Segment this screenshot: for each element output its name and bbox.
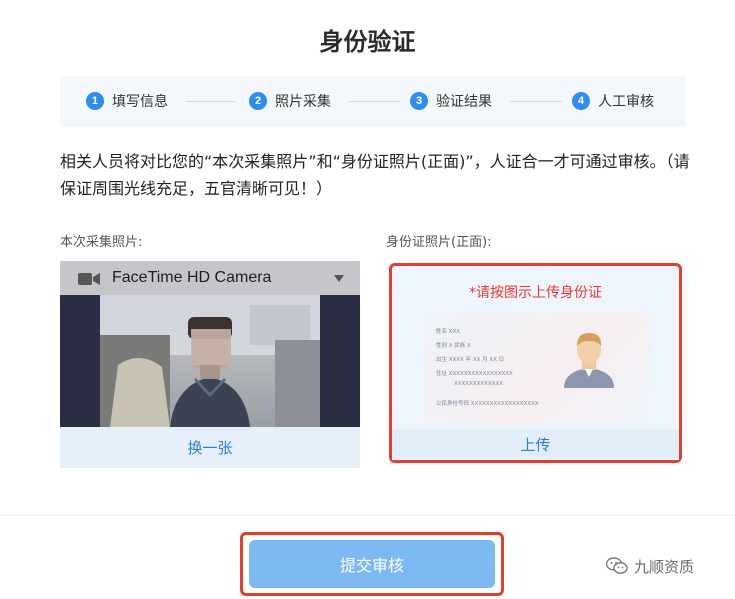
id-photo-label: 身份证照片(正面):	[386, 235, 492, 250]
step-connector	[510, 101, 562, 102]
id-sample-field-2: 出生 XXXX 年 XX 月 XX 日	[436, 355, 504, 363]
upload-button[interactable]: 上传	[392, 429, 679, 460]
capture-photo-label: 本次采集照片:	[60, 235, 143, 250]
watermark-text: 九顺资质	[634, 557, 695, 576]
step-1: 1 填写信息	[86, 91, 168, 111]
step-progress: 1 填写信息 2 照片采集 3 验证结果 4 人工审核	[60, 76, 686, 127]
id-sample-field-4: XXXXXXXXXXXXX	[454, 381, 503, 387]
page-title: 身份验证	[319, 28, 416, 56]
step-connector	[348, 101, 400, 102]
identity-verification-page: 身份验证 1 填写信息 2 照片采集 3 验证结果 4 人工审核 相关人员将对比…	[0, 0, 735, 599]
camera-selector[interactable]: FaceTime HD Camera	[60, 261, 360, 295]
id-sample-field-3: 住址 XXXXXXXXXXXXXXXXX	[436, 369, 513, 377]
step-2-number: 2	[249, 92, 267, 110]
person-silhouette-icon	[564, 333, 614, 388]
step-2: 2 照片采集	[249, 91, 331, 111]
id-sample-field-1: 性别 X 民族 X	[436, 341, 471, 349]
step-4: 4 人工审核	[572, 91, 654, 111]
id-sample-field-5: 公民身份号码 XXXXXXXXXXXXXXXXXX	[436, 399, 539, 407]
step-3-label: 验证结果	[436, 94, 492, 110]
id-card-sample-image: 姓名 XXX 性别 X 民族 X 出生 XXXX 年 XX 月 XX 日 住址 …	[424, 313, 650, 423]
id-sample-field-0: 姓名 XXX	[436, 327, 460, 335]
capture-photo-card: FaceTime HD Camera 换一张	[60, 261, 360, 468]
chevron-down-icon[interactable]	[334, 275, 344, 282]
camera-feed-image	[100, 295, 320, 427]
wechat-icon	[605, 557, 628, 575]
step-4-label: 人工审核	[598, 94, 654, 110]
video-camera-icon	[78, 271, 100, 285]
upload-hint: *请按图示上传身份证	[469, 285, 602, 301]
step-1-number: 1	[86, 92, 104, 110]
watermark: 九顺资质	[605, 555, 695, 577]
camera-name: FaceTime HD Camera	[112, 269, 272, 286]
step-4-number: 4	[572, 92, 590, 110]
divider	[0, 515, 735, 516]
camera-preview: FaceTime HD Camera	[60, 261, 360, 427]
step-2-label: 照片采集	[275, 94, 331, 110]
retake-photo-button[interactable]: 换一张	[60, 427, 360, 468]
step-connector	[186, 101, 236, 102]
submit-review-button[interactable]: 提交审核	[249, 540, 495, 588]
verification-notice: 相关人员将对比您的“本次采集照片”和“身份证照片(正面)”，人证合一才可通过审核…	[60, 152, 690, 198]
step-3-number: 3	[410, 92, 428, 110]
step-1-label: 填写信息	[112, 94, 168, 110]
step-3: 3 验证结果	[410, 91, 492, 111]
id-photo-upload-card[interactable]: *请按图示上传身份证 姓名 XXX 性别 X 民族 X 出生 XXXX 年 XX…	[389, 263, 682, 463]
